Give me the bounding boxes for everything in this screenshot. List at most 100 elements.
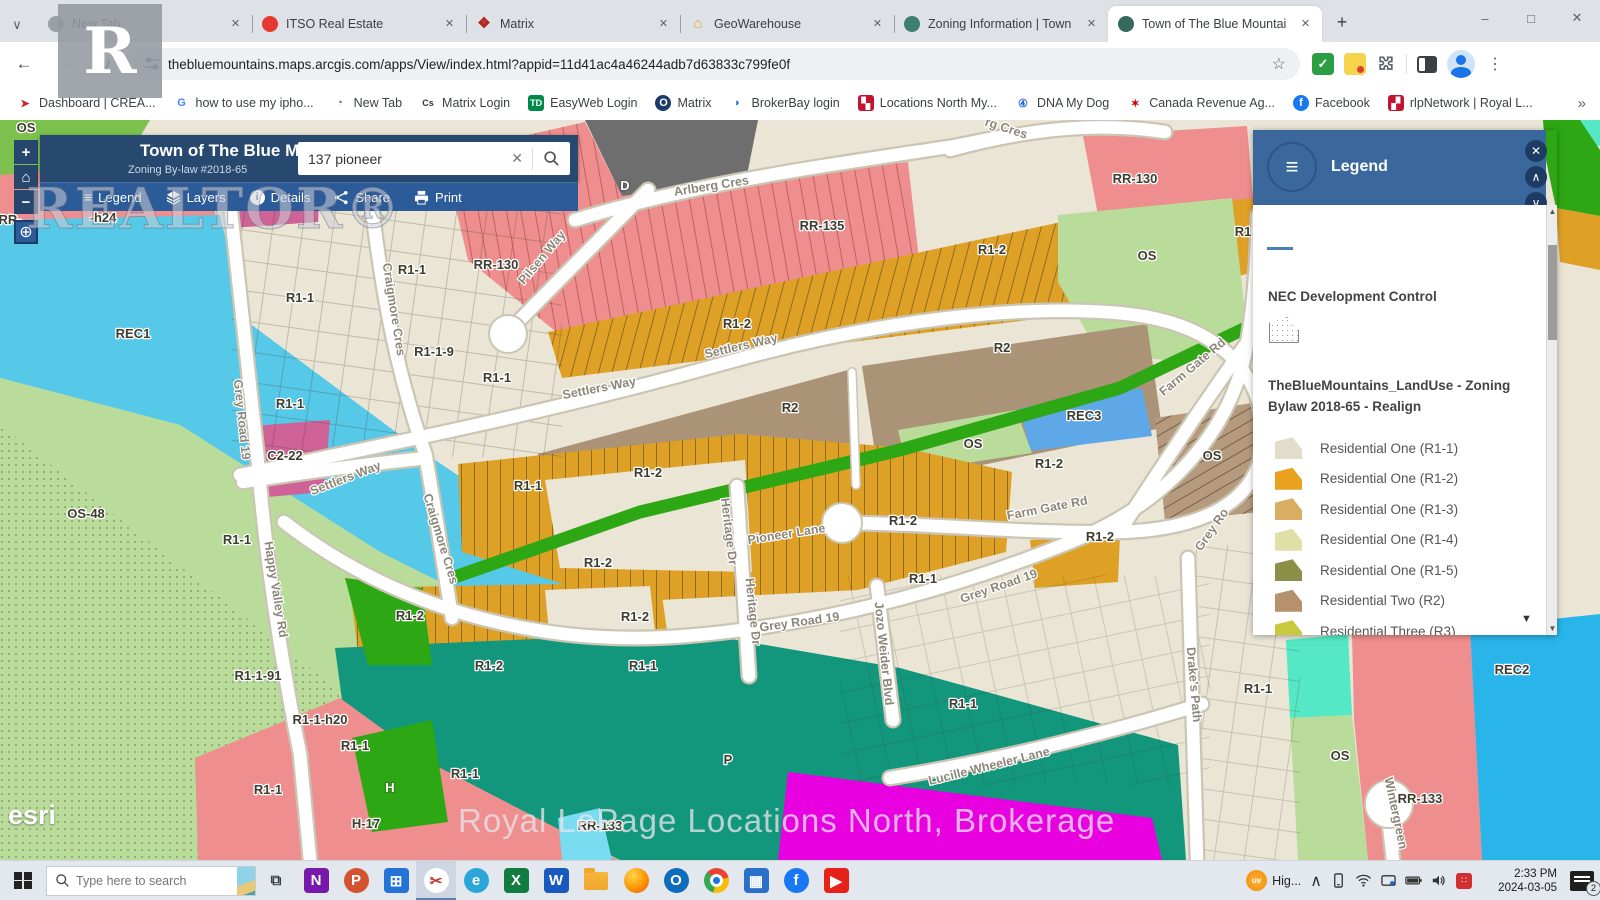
tab-favicon [904, 16, 920, 32]
red-tray-app-icon[interactable]: ∷ [1456, 873, 1472, 889]
bookmark-item[interactable]: ▞rlpNetwork | Royal L... [1381, 92, 1540, 114]
bookmark-item[interactable]: ◗BrokerBay login [723, 92, 847, 114]
browser-tab[interactable]: ⌂GeoWarehouse✕ [680, 6, 894, 42]
uv-index-widget[interactable]: uv Hig... [1246, 870, 1301, 891]
taskbar-facebook[interactable]: f [776, 861, 816, 900]
map-search-box[interactable]: ✕ [298, 142, 570, 175]
tab-close-icon[interactable]: ✕ [1083, 16, 1100, 33]
tab-close-icon[interactable]: ✕ [869, 16, 886, 33]
address-bar[interactable]: thebluemountains.maps.arcgis.com/apps/Vi… [130, 48, 1300, 80]
close-button[interactable]: ✕ [1554, 0, 1600, 36]
minimize-button[interactable]: – [1462, 0, 1508, 36]
taskbar-microsoft-store[interactable]: ⊞ [376, 861, 416, 900]
taskbar-search-input[interactable] [76, 874, 237, 888]
legend-scroll-down-icon[interactable]: ▼ [1521, 613, 1532, 625]
taskbar-clock[interactable]: 2:33 PM 2024-03-05 [1481, 867, 1557, 895]
scroll-up-icon[interactable]: ▲ [1547, 207, 1558, 216]
map-zoom-controls: + ⌂ − [14, 140, 38, 214]
bookmark-item[interactable]: fFacebook [1286, 92, 1377, 114]
toolbar-share-button[interactable]: Share [334, 190, 390, 205]
taskbar-chrome[interactable] [696, 861, 736, 900]
taskbar-snipping-tool[interactable]: ✂ [416, 861, 456, 900]
toolbar-print-button[interactable]: Print [414, 190, 462, 205]
taskbar-edge[interactable]: e [456, 861, 496, 900]
tray-chevron-icon[interactable]: ∧ [1310, 871, 1322, 891]
chrome-menu-icon[interactable]: ⋮ [1485, 54, 1513, 74]
wifi-icon[interactable] [1355, 873, 1372, 888]
tab-close-icon[interactable]: ✕ [227, 16, 244, 33]
notification-center-icon[interactable]: 2 [1570, 871, 1594, 891]
side-panel-icon[interactable] [1417, 56, 1437, 73]
bookmark-item[interactable]: ▚Locations North My... [851, 92, 1004, 114]
search-icon[interactable] [533, 150, 570, 167]
taskbar-onenote[interactable]: N [296, 861, 336, 900]
zone-label: R1-2 [723, 316, 751, 331]
start-button[interactable] [0, 861, 46, 900]
zoom-in-button[interactable]: + [14, 140, 38, 164]
profile-avatar[interactable] [1447, 50, 1475, 78]
search-highlight-image[interactable] [237, 867, 256, 895]
taskbar-file-explorer[interactable] [576, 861, 616, 900]
browser-tab[interactable]: Zoning Information | Town✕ [894, 6, 1108, 42]
tab-search-chevron-icon[interactable]: ∨ [0, 8, 34, 42]
toolbar-layers-button[interactable]: Layers [166, 190, 226, 205]
bookmark-star-icon[interactable]: ☆ [1268, 54, 1290, 74]
zoom-out-button[interactable]: − [14, 190, 38, 214]
speaker-icon[interactable] [1431, 873, 1447, 888]
taskbar-word[interactable]: W [536, 861, 576, 900]
extensions-puzzle-icon[interactable] [1376, 54, 1396, 74]
bookmark-item[interactable]: TDEasyWeb Login [521, 92, 644, 114]
back-button[interactable]: ← [8, 48, 40, 80]
bookmark-item[interactable]: ④DNA My Dog [1008, 92, 1116, 114]
taskbar-youtube[interactable]: ▶ [816, 861, 856, 900]
browser-tab[interactable]: ❖Matrix✕ [466, 6, 680, 42]
legend-close-icon[interactable]: ✕ [1525, 140, 1547, 162]
maximize-button[interactable]: □ [1508, 0, 1554, 36]
battery-icon[interactable] [1405, 874, 1422, 887]
url-text[interactable]: thebluemountains.maps.arcgis.com/apps/Vi… [168, 57, 1268, 72]
clear-search-icon[interactable]: ✕ [502, 150, 532, 167]
zone-label: R1-1 [1244, 681, 1272, 696]
bookmark-item[interactable]: ◔New Tab [325, 92, 409, 114]
locate-button[interactable]: ⊕ [14, 220, 38, 244]
scrollbar-thumb[interactable] [1548, 245, 1557, 340]
realtor-logo-watermark: R [58, 4, 162, 98]
extension-check-icon[interactable]: ✓ [1312, 53, 1334, 75]
map-search-input[interactable] [298, 151, 502, 167]
phone-icon[interactable] [1331, 873, 1346, 888]
map-viewport[interactable]: Arlberg CresPilsen Wayrg CresCraigmore C… [0, 120, 1600, 860]
home-button[interactable]: ⌂ [14, 165, 38, 189]
legend-panel-title: Legend [1331, 158, 1388, 176]
taskbar-search[interactable] [46, 866, 256, 896]
new-tab-button[interactable]: + [1328, 9, 1356, 37]
uv-icon: uv [1246, 870, 1267, 891]
app-subtitle: Zoning By-law #2018-65 [128, 164, 247, 176]
extension-yellow-icon[interactable] [1344, 53, 1366, 75]
tab-close-icon[interactable]: ✕ [655, 16, 672, 33]
bookmark-item[interactable]: ✶Canada Revenue Ag... [1120, 92, 1282, 114]
tab-close-icon[interactable]: ✕ [1297, 16, 1314, 33]
toolbar-legend-button[interactable]: ≡ Legend [84, 189, 142, 205]
tab-close-icon[interactable]: ✕ [441, 16, 458, 33]
browser-tab[interactable]: ITSO Real Estate✕ [252, 6, 466, 42]
scroll-down-icon[interactable]: ▼ [1547, 624, 1558, 633]
bookmark-item[interactable]: CsMatrix Login [413, 92, 517, 114]
taskbar-calculator[interactable]: ▦ [736, 861, 776, 900]
taskbar-outlook[interactable]: O [656, 861, 696, 900]
zone-label: R1-2 [1035, 456, 1063, 471]
extensions-area: ✓ ⋮ [1312, 50, 1513, 78]
taskbar-task-view[interactable]: ⧉ [256, 861, 296, 900]
toolbar-details-button[interactable]: i Details [250, 190, 311, 205]
bookmarks-overflow-icon[interactable]: » [1578, 95, 1586, 112]
zone-label: R1-1 [949, 696, 977, 711]
taskbar-firefox[interactable] [616, 861, 656, 900]
taskbar-excel[interactable]: X [496, 861, 536, 900]
legend-scrollbar[interactable]: ▲ ▼ [1546, 205, 1557, 635]
bookmark-item[interactable]: Ghow to use my ipho... [167, 92, 321, 114]
taskbar-powerpoint[interactable]: P [336, 861, 376, 900]
legend-collapse-icon[interactable]: ∧ [1525, 166, 1547, 188]
browser-tab[interactable]: Town of The Blue Mountai✕ [1108, 6, 1322, 42]
pen-icon[interactable] [1381, 873, 1396, 888]
bookmark-item[interactable]: OMatrix [648, 92, 718, 114]
zone-label: OS [1331, 748, 1350, 763]
